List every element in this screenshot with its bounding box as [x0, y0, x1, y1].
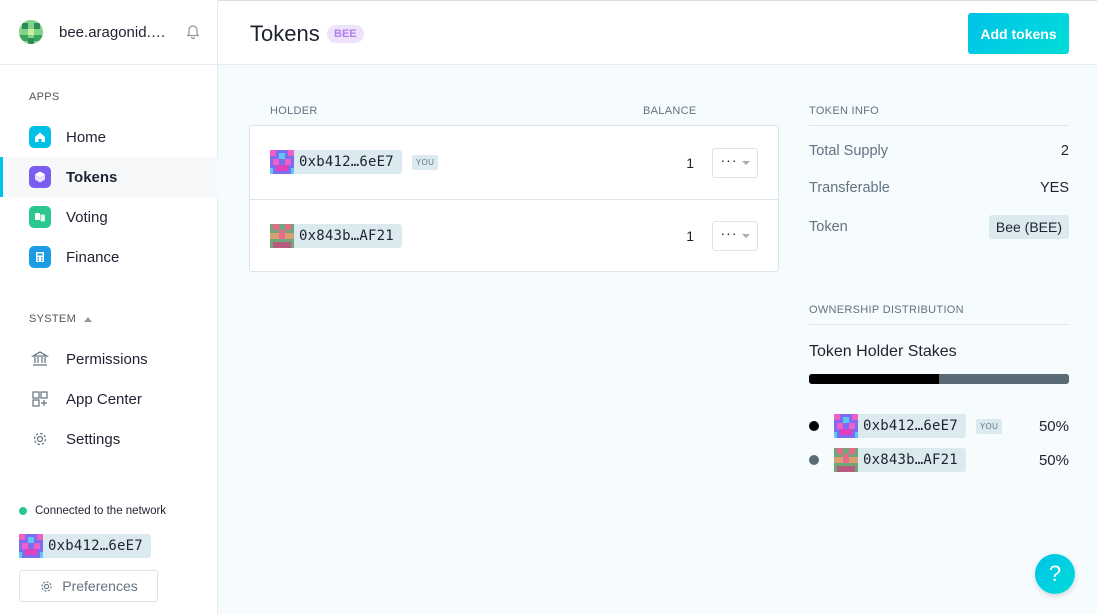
token-symbol-badge: BEE — [327, 25, 364, 43]
bell-icon[interactable] — [185, 24, 201, 40]
sidebar-item-home[interactable]: Home — [0, 117, 218, 157]
sidebar-item-label: Permissions — [66, 350, 148, 368]
stake-dot — [809, 455, 819, 465]
system-section-label: SYSTEM — [29, 313, 77, 325]
stake-address-badge[interactable]: 0x843b…AF21 — [834, 448, 966, 472]
stake-avatar — [834, 414, 858, 438]
org-header[interactable]: bee.aragonid.eth — [0, 0, 217, 65]
total-supply-row: Total Supply 2 — [809, 143, 1069, 159]
holder-address-badge[interactable]: 0x843b…AF21 — [270, 224, 402, 248]
token-value: Bee (BEE) — [988, 215, 1069, 239]
stake-row: 0x843b…AF21 50% — [809, 448, 1069, 472]
sidebar-item-permissions[interactable]: Permissions — [0, 339, 218, 379]
balance-column-header: BALANCE — [643, 105, 697, 117]
stake-address: 0xb412…6eE7 — [863, 418, 958, 434]
sidebar-item-label: App Center — [66, 390, 142, 408]
stake-percent: 50% — [1038, 417, 1069, 435]
token-info-heading: TOKEN INFO — [809, 105, 1069, 126]
sidebar-item-label: Voting — [66, 208, 108, 226]
sidebar-item-app-center[interactable]: App Center — [0, 379, 218, 419]
home-icon — [29, 126, 51, 148]
sidebar-item-tokens[interactable]: Tokens — [0, 157, 218, 197]
stake-dot — [809, 421, 819, 431]
you-badge: YOU — [411, 154, 439, 170]
holder-cell: 0xb412…6eE7 YOU — [270, 150, 439, 174]
ellipsis-icon: ··· — [720, 225, 738, 241]
sidebar: bee.aragonid.eth APPS Home Tokens Voting — [0, 0, 218, 614]
chevron-down-icon — [741, 160, 750, 165]
stake-address: 0x843b…AF21 — [863, 452, 958, 468]
add-tokens-button[interactable]: Add tokens — [968, 13, 1069, 54]
sidebar-item-label: Tokens — [66, 168, 118, 186]
account-address: 0xb412…6eE7 — [48, 538, 143, 554]
holder-actions-button[interactable]: ··· — [712, 221, 758, 251]
holder-cell: 0x843b…AF21 — [270, 224, 402, 248]
holder-avatar — [270, 150, 294, 174]
preferences-button[interactable]: Preferences — [19, 570, 158, 602]
stakes-bar — [809, 374, 1069, 384]
ownership-heading: OWNERSHIP DISTRIBUTION — [809, 304, 1069, 325]
holders-table: 0xb412…6eE7 YOU 1 ··· 0x843b…AF21 1 ··· — [249, 125, 779, 272]
status-dot — [19, 507, 27, 515]
stake-percent: 50% — [1038, 451, 1069, 469]
sidebar-item-label: Home — [66, 128, 107, 146]
stakes-title: Token Holder Stakes — [809, 343, 957, 360]
voting-icon — [29, 206, 51, 228]
account-avatar — [19, 534, 43, 558]
holder-balance: 1 — [686, 154, 694, 171]
gear-icon — [29, 428, 51, 450]
holder-actions-button[interactable]: ··· — [712, 147, 758, 178]
grid-plus-icon — [29, 388, 51, 410]
you-badge: YOU — [975, 418, 1003, 434]
total-supply-value: 2 — [1060, 143, 1069, 159]
token-label: Token — [809, 219, 848, 235]
sidebar-item-finance[interactable]: Finance — [0, 237, 218, 277]
chevron-up-icon — [84, 316, 93, 322]
stake-bar-segment — [939, 374, 1069, 384]
apps-section-label: APPS — [29, 91, 60, 103]
preferences-label: Preferences — [62, 578, 138, 594]
help-button[interactable]: ? — [1035, 554, 1075, 594]
tokens-icon — [29, 166, 51, 188]
connection-status: Connected to the network — [19, 505, 166, 517]
stake-row: 0xb412…6eE7 YOU 50% — [809, 414, 1069, 438]
holder-column-header: HOLDER — [270, 105, 318, 117]
system-nav: Permissions App Center Settings — [0, 339, 218, 459]
apps-nav: Home Tokens Voting Finance — [0, 117, 218, 277]
transferable-row: Transferable YES — [809, 180, 1069, 196]
total-supply-label: Total Supply — [809, 143, 888, 159]
stake-avatar — [834, 448, 858, 472]
holder-address: 0xb412…6eE7 — [299, 154, 394, 170]
org-name[interactable]: bee.aragonid.eth — [59, 24, 169, 41]
ellipsis-icon: ··· — [720, 151, 738, 168]
connection-label: Connected to the network — [35, 505, 167, 517]
bank-icon — [29, 348, 51, 370]
holder-balance: 1 — [686, 228, 694, 244]
sidebar-item-settings[interactable]: Settings — [0, 419, 218, 459]
stake-address-badge[interactable]: 0xb412…6eE7 — [834, 414, 966, 438]
table-row: 0x843b…AF21 1 ··· — [250, 199, 778, 272]
table-row: 0xb412…6eE7 YOU 1 ··· — [250, 126, 778, 199]
sidebar-item-voting[interactable]: Voting — [0, 197, 218, 237]
gear-icon — [41, 580, 52, 592]
app-header: Tokens BEE Add tokens — [218, 0, 1097, 65]
holder-avatar — [270, 224, 294, 248]
transferable-value: YES — [1039, 180, 1069, 196]
account-badge[interactable]: 0xb412…6eE7 — [19, 534, 151, 558]
holder-address: 0x843b…AF21 — [299, 228, 394, 244]
transferable-label: Transferable — [809, 180, 890, 196]
chevron-down-icon — [741, 234, 750, 238]
finance-icon — [29, 246, 51, 268]
org-avatar — [19, 20, 43, 44]
system-section-toggle[interactable]: SYSTEM — [0, 313, 93, 325]
stake-bar-segment — [809, 374, 939, 384]
holder-address-badge[interactable]: 0xb412…6eE7 — [270, 150, 402, 174]
sidebar-item-label: Settings — [66, 430, 121, 448]
token-row: Token Bee (BEE) — [809, 215, 1069, 239]
page-title: Tokens — [250, 21, 320, 46]
sidebar-item-label: Finance — [66, 248, 120, 266]
